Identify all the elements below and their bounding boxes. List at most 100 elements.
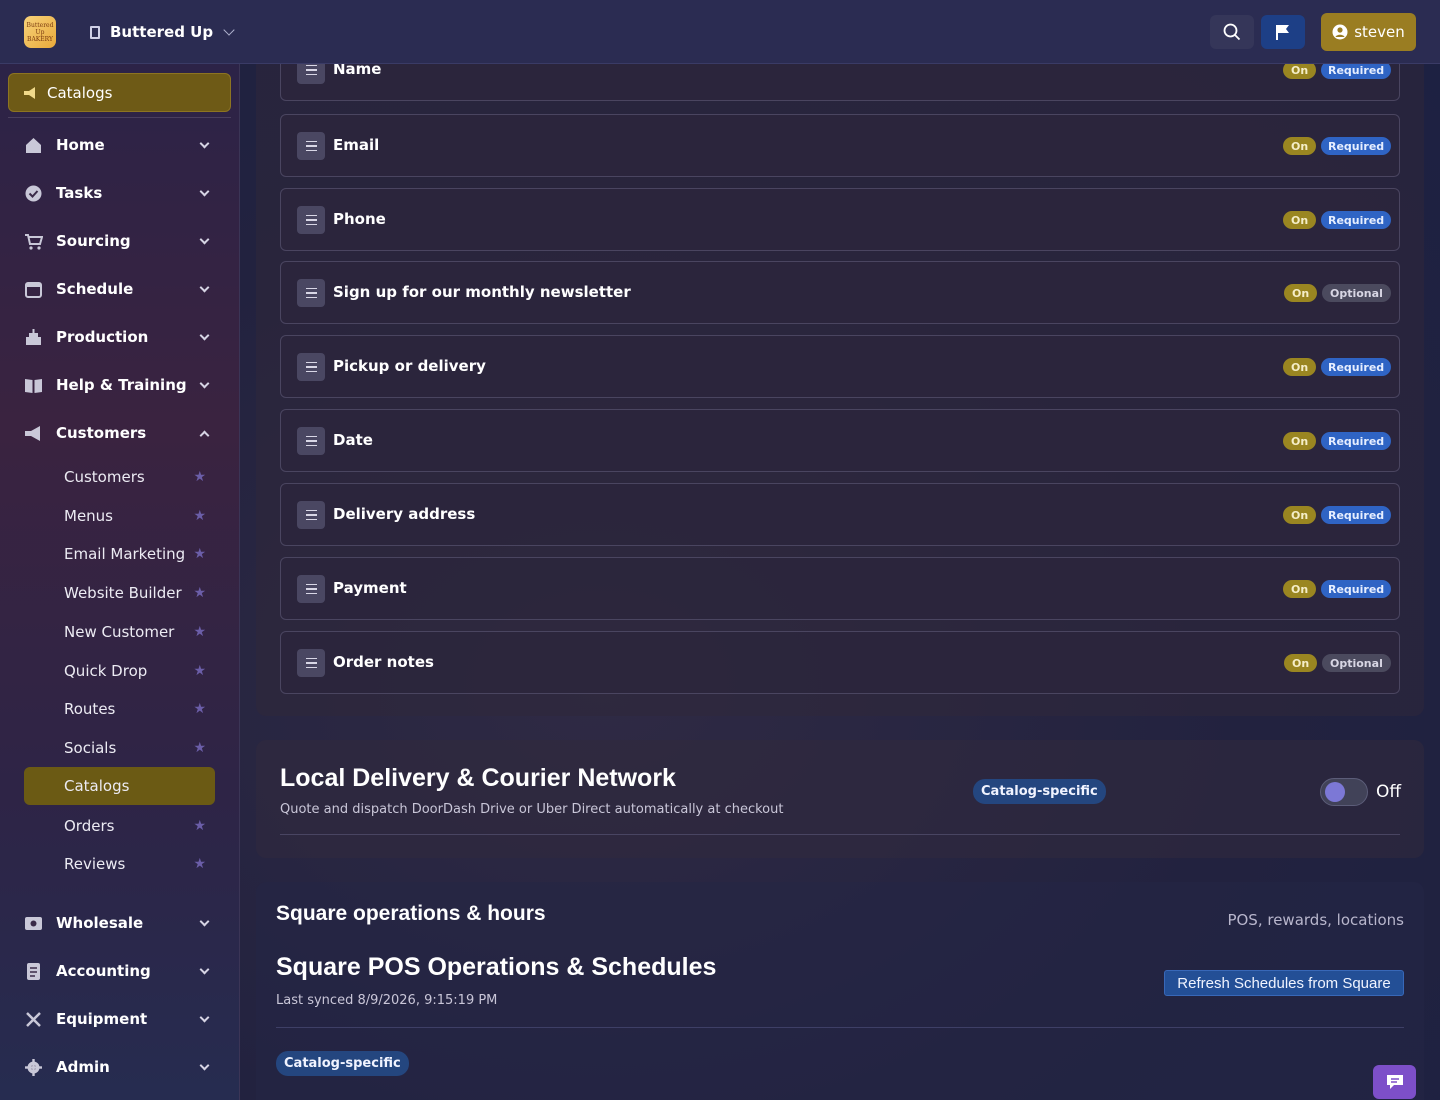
flag-button[interactable] — [1261, 15, 1305, 49]
sidebar-item-wholesale[interactable]: Wholesale — [24, 908, 216, 938]
book-icon — [24, 376, 43, 395]
field-row[interactable]: Sign up for our monthly newsletter On Op… — [280, 261, 1400, 324]
field-row[interactable]: Payment On Required — [280, 557, 1400, 620]
sub-item-catalogs[interactable]: Catalogs — [24, 767, 215, 805]
sub-item-socials[interactable]: Socials ★ — [24, 729, 215, 767]
divider — [276, 1027, 1404, 1028]
field-name: Pickup or delivery — [333, 357, 486, 375]
calendar-icon — [24, 280, 43, 299]
star-icon[interactable]: ★ — [193, 624, 206, 640]
field-row[interactable]: Pickup or delivery On Required — [280, 335, 1400, 398]
field-row[interactable]: Delivery address On Required — [280, 483, 1400, 546]
sub-item-new-customer[interactable]: New Customer ★ — [24, 613, 215, 651]
sidebar-item-schedule[interactable]: Schedule — [24, 274, 216, 304]
field-row[interactable]: Order notes On Optional — [280, 631, 1400, 694]
sidebar-item-home[interactable]: Home — [24, 130, 216, 160]
sub-item-label: Email Marketing — [64, 545, 186, 563]
sub-item-quick-drop[interactable]: Quick Drop ★ — [24, 652, 215, 690]
sub-item-label: Website Builder — [64, 584, 182, 602]
requirement-badge: Required — [1321, 432, 1392, 450]
drag-handle-icon[interactable] — [297, 132, 325, 160]
drag-handle-icon[interactable] — [297, 206, 325, 234]
gear-icon — [24, 1058, 43, 1077]
drag-handle-icon[interactable] — [297, 501, 325, 529]
sidebar-item-accounting[interactable]: Accounting — [24, 956, 216, 986]
chevron-up-icon — [199, 430, 210, 441]
search-button[interactable] — [1210, 15, 1254, 49]
sidebar-item-customers[interactable]: Customers — [24, 418, 216, 448]
requirement-badge: Required — [1321, 580, 1392, 598]
field-row[interactable]: Email On Required — [280, 114, 1400, 177]
status-badge: On — [1283, 137, 1317, 155]
sidebar-item-production[interactable]: Production — [24, 322, 216, 352]
sidebar-item-equipment[interactable]: Equipment — [24, 1004, 216, 1034]
drag-handle-icon[interactable] — [297, 64, 325, 84]
user-icon — [1332, 24, 1348, 40]
requirement-badge: Required — [1321, 137, 1392, 155]
sub-item-label: Customers — [64, 468, 145, 486]
sidebar-item-sourcing[interactable]: Sourcing — [24, 226, 216, 256]
sub-item-label: New Customer — [64, 623, 175, 641]
sub-item-customers[interactable]: Customers ★ — [24, 458, 215, 496]
cart-icon — [24, 232, 43, 251]
org-switcher[interactable]: Buttered Up — [90, 20, 235, 44]
status-badge: On — [1283, 580, 1317, 598]
chevron-down-icon — [199, 234, 210, 245]
star-icon[interactable]: ★ — [193, 546, 206, 562]
sidebar-item-label: Schedule — [56, 280, 134, 298]
sub-item-email-marketing[interactable]: Email Marketing ★ — [24, 535, 215, 573]
status-badge: On — [1283, 211, 1317, 229]
drag-handle-icon[interactable] — [297, 575, 325, 603]
sub-item-website-builder[interactable]: Website Builder ★ — [24, 574, 215, 612]
bakery-logo[interactable]: Buttered Up BAKERY — [24, 16, 56, 48]
user-menu-button[interactable]: steven — [1321, 13, 1416, 51]
drag-handle-icon[interactable] — [297, 279, 325, 307]
requirement-badge: Required — [1321, 64, 1392, 79]
sidebar-item-tasks[interactable]: Tasks — [24, 178, 216, 208]
star-icon[interactable]: ★ — [193, 818, 206, 834]
star-icon[interactable]: ★ — [193, 663, 206, 679]
refresh-schedules-button[interactable]: Refresh Schedules from Square — [1164, 970, 1404, 996]
chevron-down-icon — [199, 1060, 210, 1071]
star-icon[interactable]: ★ — [193, 585, 206, 601]
field-row[interactable]: Name On Required — [280, 64, 1400, 101]
section-heading: Square operations & hours — [276, 902, 546, 925]
sub-item-label: Catalogs — [64, 777, 130, 795]
sub-item-orders[interactable]: Orders ★ — [24, 807, 215, 845]
sidebar: Catalogs Home Tasks Sourcing Schedule Pr… — [0, 64, 240, 1100]
sub-item-reviews[interactable]: Reviews ★ — [24, 845, 215, 883]
star-icon[interactable]: ★ — [193, 740, 206, 756]
divider — [8, 117, 231, 118]
square-panel: Square operations & hours POS, rewards, … — [256, 882, 1424, 1100]
status-badge: On — [1284, 284, 1318, 302]
sidebar-item-label: Sourcing — [56, 232, 131, 250]
drag-handle-icon[interactable] — [297, 649, 325, 677]
star-icon[interactable]: ★ — [193, 701, 206, 717]
toggle-knob — [1325, 782, 1345, 802]
star-icon[interactable]: ★ — [193, 856, 206, 872]
status-badge: On — [1283, 358, 1317, 376]
field-row[interactable]: Phone On Required — [280, 188, 1400, 251]
star-icon[interactable]: ★ — [193, 469, 206, 485]
current-section-button[interactable]: Catalogs — [8, 73, 231, 112]
delivery-toggle[interactable] — [1320, 778, 1368, 806]
sidebar-item-label: Customers — [56, 424, 147, 442]
sidebar-item-help[interactable]: Help & Training — [24, 370, 216, 400]
chat-icon — [1386, 1075, 1403, 1089]
section-meta: POS, rewards, locations — [1227, 911, 1404, 929]
user-name: steven — [1354, 23, 1405, 41]
chevron-down-icon — [223, 24, 235, 36]
drag-handle-icon[interactable] — [297, 427, 325, 455]
chat-button[interactable] — [1373, 1065, 1416, 1099]
sub-item-label: Reviews — [64, 855, 126, 873]
sub-item-routes[interactable]: Routes ★ — [24, 690, 215, 728]
field-row[interactable]: Date On Required — [280, 409, 1400, 472]
drag-handle-icon[interactable] — [297, 353, 325, 381]
sub-item-menus[interactable]: Menus ★ — [24, 497, 215, 535]
sidebar-item-admin[interactable]: Admin — [24, 1052, 216, 1082]
section-subtitle: Quote and dispatch DoorDash Drive or Ube… — [280, 802, 784, 817]
star-icon[interactable]: ★ — [193, 508, 206, 524]
store-icon — [24, 914, 43, 933]
sub-item-label: Routes — [64, 700, 116, 718]
field-name: Date — [333, 431, 373, 449]
